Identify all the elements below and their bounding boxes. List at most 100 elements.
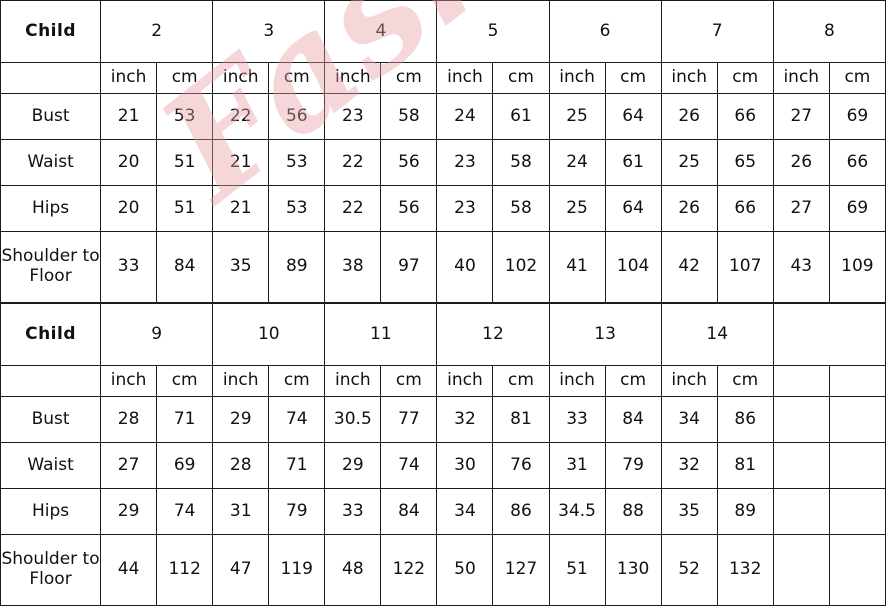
table-row: Hips 20 51 21 53 22 56 23 58 25 64 26 66 27 69 <box>0 185 886 232</box>
value-empty <box>828 488 886 535</box>
value-inch: 38 <box>324 231 382 303</box>
value-inch: 44 <box>100 534 158 606</box>
value-inch: 24 <box>548 139 606 186</box>
value-cm: 71 <box>156 396 214 443</box>
value-cm: 127 <box>492 534 550 606</box>
measurement-label: Hips <box>0 185 102 232</box>
size-tables-container: Child 2 3 4 5 6 7 8 inch cm inch cm inch cm inch cm inch… <box>0 0 886 606</box>
value-inch: 20 <box>100 139 158 186</box>
unit-cm-5: cm <box>492 62 550 94</box>
measurement-label: Bust <box>0 93 102 140</box>
unit-inch-4: inch <box>324 62 382 94</box>
value-cm: 119 <box>268 534 326 606</box>
value-inch: 48 <box>324 534 382 606</box>
unit-cm-13: cm <box>604 365 662 397</box>
unit-inch-2: inch <box>100 62 158 94</box>
unit-inch-7: inch <box>660 62 718 94</box>
value-inch: 24 <box>436 93 494 140</box>
value-inch: 21 <box>212 185 270 232</box>
measurement-label: Shoulder to Floor <box>0 534 102 606</box>
value-inch: 30.5 <box>324 396 382 443</box>
value-cm: 58 <box>492 139 550 186</box>
value-cm: 79 <box>268 488 326 535</box>
value-inch: 32 <box>660 442 718 489</box>
size-table-2: Child 9 10 11 12 13 14 inch cm inch cm inch cm inch cm… <box>0 303 886 606</box>
value-inch: 23 <box>324 93 382 140</box>
value-cm: 53 <box>268 185 326 232</box>
value-cm: 65 <box>716 139 774 186</box>
value-empty <box>772 488 830 535</box>
table-row: Shoulder to Floor 44 112 47 119 48 122 50 127 51 1… <box>0 534 886 606</box>
value-inch: 52 <box>660 534 718 606</box>
value-inch: 20 <box>100 185 158 232</box>
unit-inch-13: inch <box>548 365 606 397</box>
value-cm: 109 <box>828 231 886 303</box>
unit-inch-9: inch <box>100 365 158 397</box>
unit-header-empty <box>772 365 830 397</box>
table-row: Waist 27 69 28 71 29 74 30 76 31 79 32 81 <box>0 442 886 489</box>
unit-cm-6: cm <box>604 62 662 94</box>
value-inch: 28 <box>212 442 270 489</box>
value-cm: 69 <box>828 185 886 232</box>
value-cm: 88 <box>604 488 662 535</box>
value-cm: 84 <box>156 231 214 303</box>
value-inch: 27 <box>772 185 830 232</box>
unit-inch-5: inch <box>436 62 494 94</box>
value-inch: 30 <box>436 442 494 489</box>
value-inch: 41 <box>548 231 606 303</box>
value-empty <box>828 442 886 489</box>
measurement-label: Waist <box>0 442 102 489</box>
unit-inch-11: inch <box>324 365 382 397</box>
size-header-3: 3 <box>212 0 326 63</box>
value-cm: 58 <box>380 93 438 140</box>
unit-row-corner <box>0 62 102 94</box>
value-cm: 130 <box>604 534 662 606</box>
size-header-10: 10 <box>212 303 326 366</box>
value-inch: 21 <box>212 139 270 186</box>
value-inch: 42 <box>660 231 718 303</box>
brand-label: Child <box>0 0 102 63</box>
value-empty <box>828 396 886 443</box>
table-row: Bust 21 53 22 56 23 58 24 61 25 64 26 66 27 69 <box>0 93 886 140</box>
value-cm: 84 <box>604 396 662 443</box>
value-inch: 50 <box>436 534 494 606</box>
value-inch: 29 <box>324 442 382 489</box>
value-cm: 66 <box>828 139 886 186</box>
value-inch: 22 <box>324 185 382 232</box>
unit-header-empty <box>828 365 886 397</box>
value-inch: 32 <box>436 396 494 443</box>
value-inch: 33 <box>324 488 382 535</box>
table-row: Waist 20 51 21 53 22 56 23 58 24 61 25 65 26 66 <box>0 139 886 186</box>
unit-cm-4: cm <box>380 62 438 94</box>
value-cm: 112 <box>156 534 214 606</box>
value-empty <box>772 534 830 606</box>
value-inch: 25 <box>548 93 606 140</box>
value-inch: 47 <box>212 534 270 606</box>
value-cm: 76 <box>492 442 550 489</box>
value-cm: 107 <box>716 231 774 303</box>
size-header-5: 5 <box>436 0 550 63</box>
value-cm: 71 <box>268 442 326 489</box>
size-header-row: Child 9 10 11 12 13 14 <box>0 303 886 366</box>
size-header-row: Child 2 3 4 5 6 7 8 <box>0 0 886 63</box>
value-cm: 58 <box>492 185 550 232</box>
size-header-14: 14 <box>660 303 774 366</box>
value-cm: 56 <box>268 93 326 140</box>
value-cm: 79 <box>604 442 662 489</box>
value-inch: 35 <box>212 231 270 303</box>
unit-inch-6: inch <box>548 62 606 94</box>
brand-label: Child <box>0 303 102 366</box>
unit-cm-12: cm <box>492 365 550 397</box>
value-cm: 66 <box>716 185 774 232</box>
value-inch: 22 <box>212 93 270 140</box>
value-inch: 27 <box>772 93 830 140</box>
value-inch: 34.5 <box>548 488 606 535</box>
unit-cm-11: cm <box>380 365 438 397</box>
value-cm: 66 <box>716 93 774 140</box>
value-cm: 69 <box>828 93 886 140</box>
value-inch: 23 <box>436 139 494 186</box>
value-cm: 89 <box>268 231 326 303</box>
value-inch: 26 <box>772 139 830 186</box>
table-row: Bust 28 71 29 74 30.5 77 32 81 33 84 34 86 <box>0 396 886 443</box>
value-cm: 122 <box>380 534 438 606</box>
